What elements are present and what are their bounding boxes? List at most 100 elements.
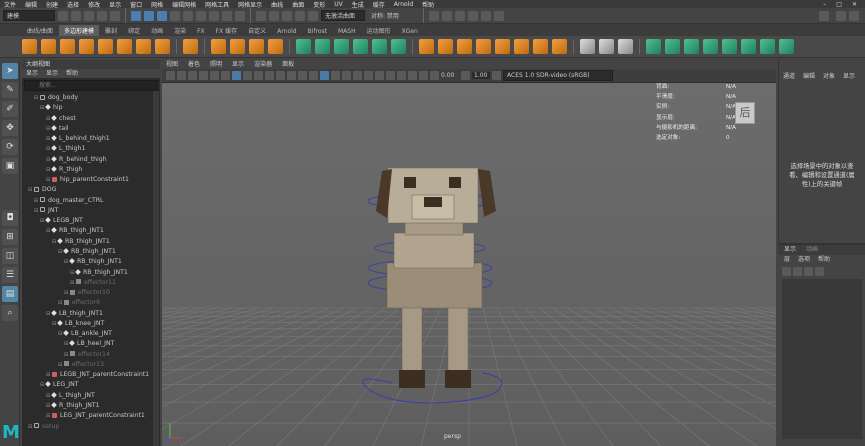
multi-cut-tool-icon[interactable]: [580, 39, 595, 54]
expand-toggle-icon[interactable]: ⊟: [64, 339, 70, 349]
bridge-icon[interactable]: [419, 39, 434, 54]
shelf-tab[interactable]: Arnold: [272, 27, 301, 36]
color-management-icon[interactable]: [492, 71, 501, 80]
expand-toggle-icon[interactable]: ⊟: [46, 165, 52, 175]
render-settings-icon[interactable]: [455, 10, 465, 21]
super-shape-icon[interactable]: [183, 39, 198, 54]
poly-cube-icon[interactable]: [41, 39, 56, 54]
checker-icon[interactable]: [741, 39, 756, 54]
camera-attributes-icon[interactable]: [177, 71, 186, 80]
outliner-row[interactable]: ⊟ hip: [22, 103, 160, 113]
gamma-icon[interactable]: [461, 71, 470, 80]
uv-cylindrical-icon[interactable]: [684, 39, 699, 54]
outliner-row[interactable]: ⊟ L_thigh1: [22, 144, 160, 154]
outliner-row[interactable]: ⊟ effector11: [22, 278, 160, 288]
mirror-icon[interactable]: [372, 39, 387, 54]
outliner-row[interactable]: ⊟ LB_knee_JNT: [22, 319, 160, 329]
expand-toggle-icon[interactable]: ⊟: [58, 247, 64, 257]
select-mask-icon[interactable]: [183, 10, 193, 21]
expand-toggle-icon[interactable]: ⊟: [46, 401, 52, 411]
viewport-menu-item[interactable]: 视图: [166, 60, 178, 69]
outliner-row[interactable]: ⊟ chest: [22, 114, 160, 124]
outliner-row[interactable]: ⊟ R_behind_thigh: [22, 155, 160, 165]
poly-platonic-icon[interactable]: [155, 39, 170, 54]
shelf-tab[interactable]: 雕刻: [100, 25, 122, 36]
shelf-tab[interactable]: FX 缓存: [211, 25, 242, 36]
expand-toggle-icon[interactable]: ⊟: [46, 144, 52, 154]
workspace-icon[interactable]: [819, 10, 829, 21]
ambient-occlusion-icon[interactable]: [386, 71, 395, 80]
hypershade-icon[interactable]: [468, 10, 478, 21]
xray-icon[interactable]: [408, 71, 417, 80]
move-tool-icon[interactable]: ✥: [2, 120, 18, 136]
outliner-row[interactable]: ⊟ LEG_JNT: [22, 380, 160, 390]
open-scene-icon[interactable]: [71, 10, 81, 21]
shelf-tab[interactable]: 运动图形: [362, 25, 396, 36]
safe-action-icon[interactable]: [287, 71, 296, 80]
tab-object[interactable]: 对象: [823, 72, 835, 82]
outliner-row[interactable]: ⊟ RB_thigh_JNT1: [22, 237, 160, 247]
insert-edge-loop-icon[interactable]: [599, 39, 614, 54]
field-chart-icon[interactable]: [276, 71, 285, 80]
bevel-icon[interactable]: [457, 39, 472, 54]
layer-menu-help[interactable]: 帮助: [818, 255, 830, 265]
image-plane-icon[interactable]: [199, 71, 208, 80]
outliner-row[interactable]: ⊟ dog_master_CTRL: [22, 196, 160, 206]
shelf-tab[interactable]: 曲线/曲面: [22, 25, 58, 36]
outliner-row[interactable]: ⊟ hip_parentConstraint1: [22, 175, 160, 185]
poly-cylinder-icon[interactable]: [60, 39, 75, 54]
snap-plane-icon[interactable]: [295, 10, 305, 21]
layer-list[interactable]: [782, 279, 862, 439]
default-material-icon[interactable]: [331, 71, 340, 80]
outliner-row[interactable]: ⊟ RB_thigh_JNT1: [22, 257, 160, 267]
pause-icon[interactable]: [494, 10, 504, 21]
mode-dropdown[interactable]: 建模: [3, 10, 55, 21]
outliner-row[interactable]: ⊟ RB_thigh_JNT1: [22, 226, 160, 236]
grease-pencil-icon[interactable]: [221, 71, 230, 80]
film-gate-icon[interactable]: [243, 71, 252, 80]
wireframe-on-shaded-icon[interactable]: [342, 71, 351, 80]
append-polygon-icon[interactable]: [476, 39, 491, 54]
live-surface-dropdown[interactable]: 无激活曲面: [321, 10, 365, 21]
select-by-object-icon[interactable]: [144, 10, 154, 21]
color-space-dropdown[interactable]: ACES 1.0 SDR-video (sRGB): [503, 70, 613, 81]
layer-menu-layers[interactable]: 层: [784, 255, 790, 265]
outliner-row[interactable]: ⊟ dog_body: [22, 93, 160, 103]
outliner-row[interactable]: ⊟ tail: [22, 124, 160, 134]
grid-icon[interactable]: [232, 71, 241, 80]
expand-toggle-icon[interactable]: ⊟: [58, 329, 64, 339]
select-mask-icon[interactable]: [222, 10, 232, 21]
gamma-value[interactable]: 1.00: [472, 72, 490, 79]
outliner-row[interactable]: ⊟ effector13: [22, 360, 160, 370]
outliner-row[interactable]: ⊟ R_thigh: [22, 165, 160, 175]
new-scene-icon[interactable]: [58, 10, 68, 21]
tab-edit[interactable]: 编辑: [803, 72, 815, 82]
maximize-icon[interactable]: □: [836, 1, 842, 8]
smooth-icon[interactable]: [334, 39, 349, 54]
outliner-row[interactable]: ⊟ effector9: [22, 298, 160, 308]
single-view-icon[interactable]: ◘: [2, 210, 18, 226]
save-scene-icon[interactable]: [84, 10, 94, 21]
isolate-select-icon[interactable]: [397, 71, 406, 80]
expand-toggle-icon[interactable]: ⊟: [40, 216, 46, 226]
pipe-icon[interactable]: [230, 39, 245, 54]
outliner-row[interactable]: ⊟ JNT: [22, 206, 160, 216]
outliner-row[interactable]: ⊟ LEGB_JNT: [22, 216, 160, 226]
expand-toggle-icon[interactable]: ⊟: [40, 380, 46, 390]
shelf-tab[interactable]: FX: [192, 27, 210, 36]
outliner-row[interactable]: ⊟ LEGB_JNT_parentConstraint1: [22, 370, 160, 380]
viewcube[interactable]: 后: [735, 102, 755, 124]
symmetry-dropdown[interactable]: 对称: 禁用: [368, 10, 418, 21]
boolean-icon[interactable]: [353, 39, 368, 54]
exposure-value[interactable]: 0.00: [441, 72, 459, 79]
separate-icon[interactable]: [315, 39, 330, 54]
outliner-row[interactable]: ⊟ L_thigh_JNT: [22, 391, 160, 401]
cut-uv-icon[interactable]: [760, 39, 775, 54]
four-view-icon[interactable]: ⊞: [2, 229, 18, 245]
extrude-icon[interactable]: [438, 39, 453, 54]
smooth-shade-icon[interactable]: [320, 71, 329, 80]
select-tool-icon[interactable]: ➤: [2, 63, 18, 79]
exposure-icon[interactable]: [430, 71, 439, 80]
multi-cut-icon[interactable]: [514, 39, 529, 54]
expand-toggle-icon[interactable]: ⊟: [52, 319, 58, 329]
